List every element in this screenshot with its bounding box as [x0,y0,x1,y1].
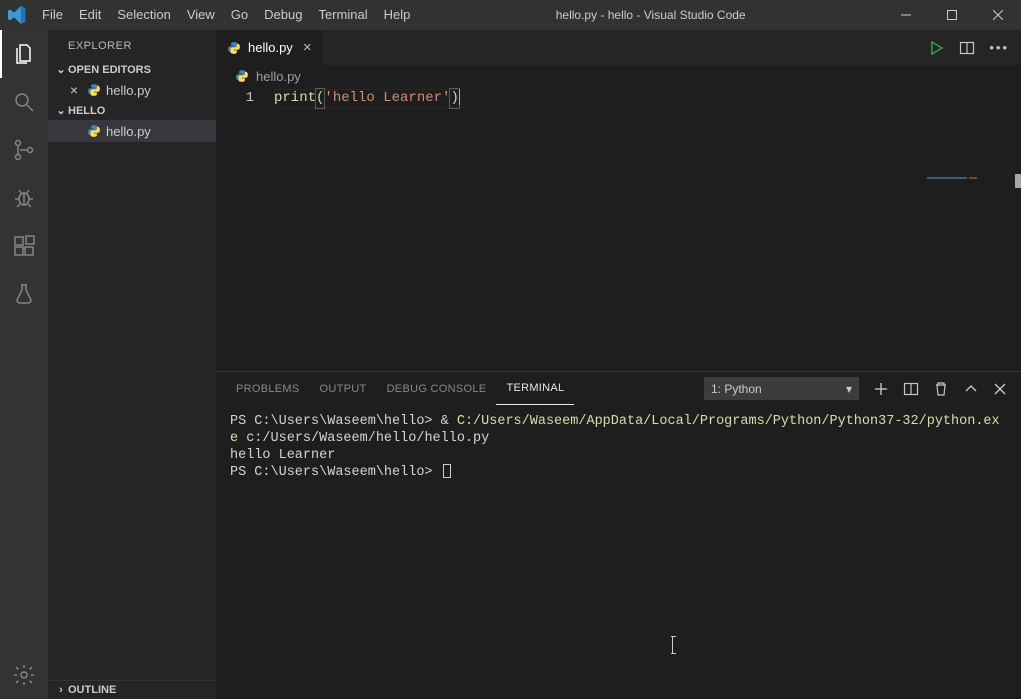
more-icon[interactable]: ••• [989,40,1009,55]
terminal-selector-label: 1: Python [711,382,762,396]
panel-tab-bar: PROBLEMS OUTPUT DEBUG CONSOLE TERMINAL 1… [216,372,1021,405]
activity-settings[interactable] [0,651,48,699]
menu-help[interactable]: Help [376,0,419,30]
menu-selection[interactable]: Selection [109,0,178,30]
menu-go[interactable]: Go [223,0,256,30]
folder-file-item[interactable]: hello.py [48,120,216,142]
open-editors-header[interactable]: ⌄ OPEN EDITORS [48,60,216,79]
activity-test[interactable] [0,270,48,318]
folder-header[interactable]: ⌄ HELLO [48,101,216,120]
folder-filename: hello.py [106,124,151,139]
tab-filename: hello.py [248,40,293,55]
close-icon[interactable]: × [66,82,82,98]
close-icon[interactable]: × [299,39,312,56]
terminal-output: hello Learner [230,448,335,463]
minimap[interactable] [927,174,1007,194]
terminal-text: & [441,414,457,429]
breadcrumb[interactable]: hello.py [216,65,1021,87]
editor-cursor [459,89,460,105]
activity-extensions[interactable] [0,222,48,270]
menu-debug[interactable]: Debug [256,0,310,30]
chevron-down-icon: ⌄ [54,63,68,76]
python-file-icon [234,68,250,84]
code-line[interactable]: 1 print('hello Learner') [216,89,1021,108]
activity-bar [0,30,48,699]
code-editor[interactable]: 1 print('hello Learner') [216,87,1021,371]
menu-bar: File Edit Selection View Go Debug Termin… [34,0,418,30]
split-editor-icon[interactable] [959,40,975,56]
menu-file[interactable]: File [34,0,71,30]
folder-label: HELLO [68,105,105,117]
outline-header[interactable]: › OUTLINE [48,680,216,699]
activity-search[interactable] [0,78,48,126]
outline-label: OUTLINE [68,684,116,696]
close-button[interactable] [975,0,1021,30]
menu-terminal[interactable]: Terminal [310,0,375,30]
window-title: hello.py - hello - Visual Studio Code [418,8,883,22]
editor-group: hello.py × ••• hello.py [216,30,1021,699]
split-terminal-icon[interactable] [903,381,919,397]
terminal-prompt: PS C:\Users\Waseem\hello> [230,465,433,480]
maximize-button[interactable] [929,0,975,30]
terminal-prompt: PS C:\Users\Waseem\hello> [230,414,441,429]
breadcrumb-file: hello.py [256,69,301,84]
vscode-icon [0,6,34,24]
terminal-selector[interactable]: 1: Python ▾ [704,377,859,400]
open-editor-filename: hello.py [106,83,151,98]
open-editors-label: OPEN EDITORS [68,64,151,76]
panel-tab-output[interactable]: OUTPUT [310,372,377,405]
window-controls [883,0,1021,30]
open-editor-item[interactable]: × hello.py [48,79,216,101]
activity-debug[interactable] [0,174,48,222]
trash-icon[interactable] [933,381,949,397]
activity-source-control[interactable] [0,126,48,174]
line-number: 1 [216,89,274,108]
titlebar: File Edit Selection View Go Debug Termin… [0,0,1021,30]
panel-tab-terminal[interactable]: TERMINAL [496,372,574,405]
terminal-body[interactable]: PS C:\Users\Waseem\hello> & C:/Users/Was… [216,405,1021,699]
menu-edit[interactable]: Edit [71,0,109,30]
chevron-down-icon: ⌄ [54,104,68,117]
panel-tab-debug-console[interactable]: DEBUG CONSOLE [377,372,497,405]
terminal-cursor [443,464,451,478]
chevron-right-icon: › [54,684,68,696]
python-file-icon [86,123,102,139]
close-panel-icon[interactable] [993,382,1007,396]
terminal-arg: c:/Users/Waseem/hello/hello.py [238,431,489,446]
python-file-icon [226,40,242,56]
panel: PROBLEMS OUTPUT DEBUG CONSOLE TERMINAL 1… [216,371,1021,699]
text-cursor-icon [672,637,673,653]
side-bar: EXPLORER ⌄ OPEN EDITORS × hello.py ⌄ HEL… [48,30,216,699]
code-content[interactable]: print('hello Learner') [274,89,460,108]
panel-tab-problems[interactable]: PROBLEMS [226,372,310,405]
editor-actions: ••• [917,30,1021,65]
menu-view[interactable]: View [179,0,223,30]
run-icon[interactable] [929,40,945,56]
python-file-icon [86,82,102,98]
sidebar-title: EXPLORER [48,30,216,60]
maximize-panel-icon[interactable] [963,381,979,397]
tab-bar: hello.py × ••• [216,30,1021,65]
minimize-button[interactable] [883,0,929,30]
editor-tab[interactable]: hello.py × [216,30,323,65]
activity-explorer[interactable] [0,30,48,78]
new-terminal-icon[interactable] [873,381,889,397]
chevron-down-icon: ▾ [846,382,852,396]
